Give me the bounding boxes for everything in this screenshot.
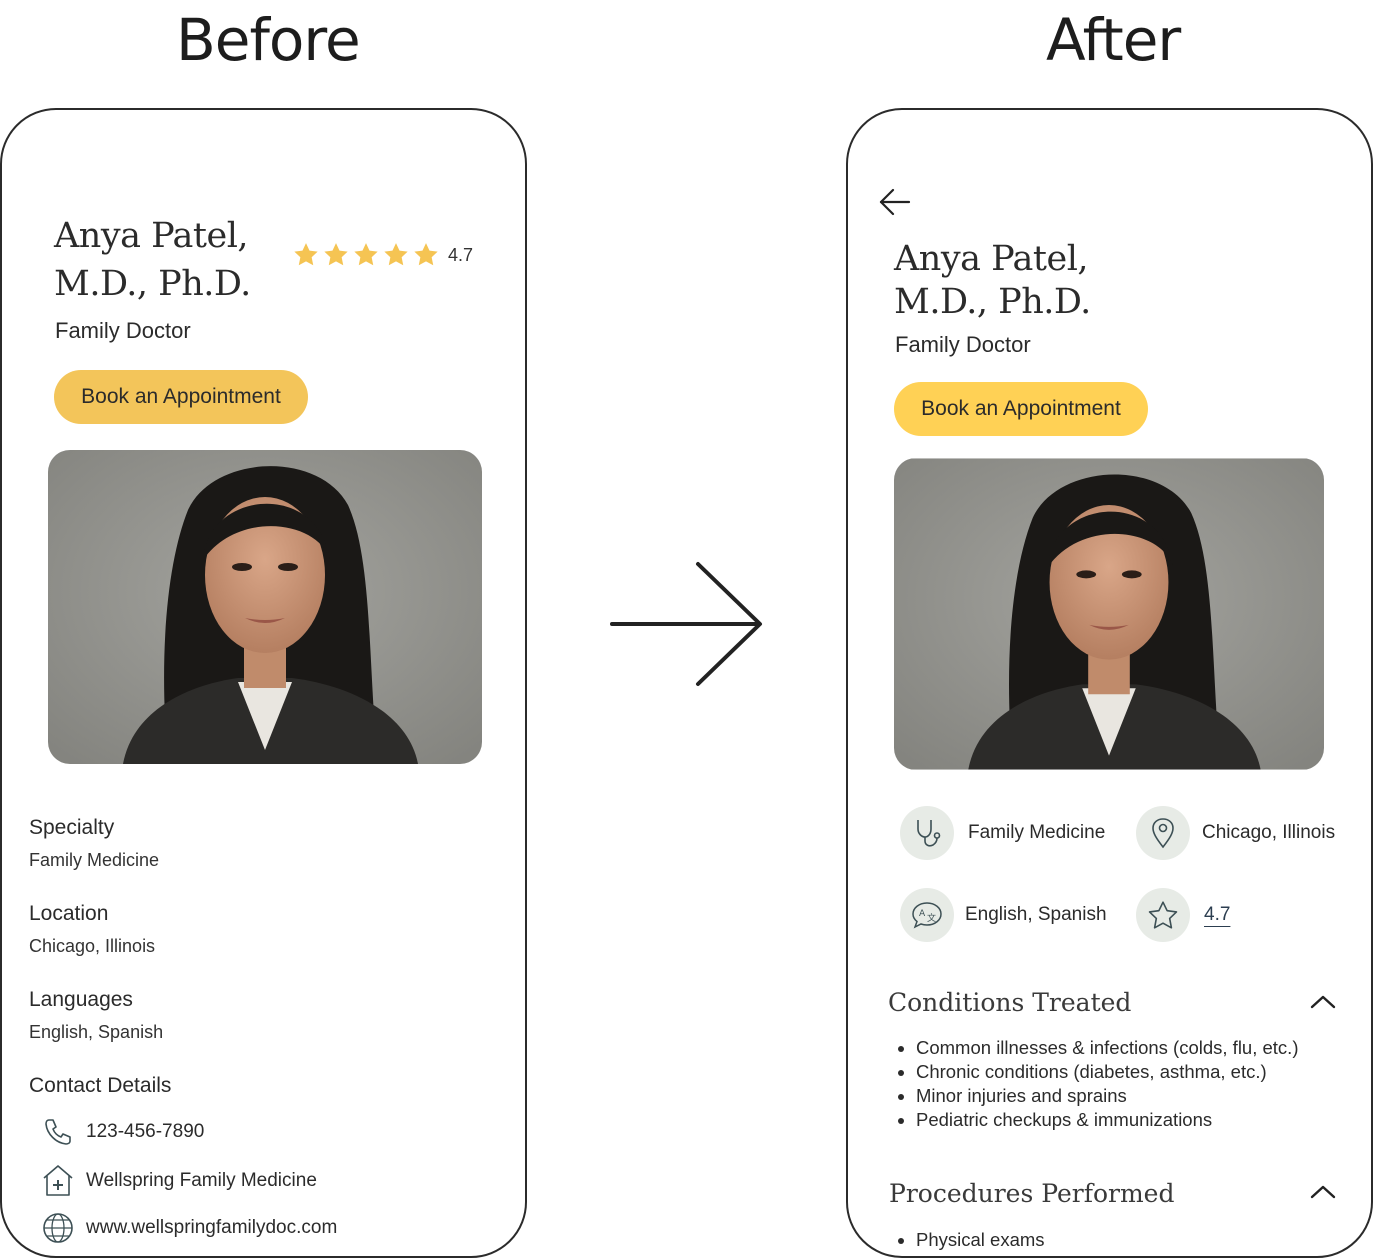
rating-stars: 4.7 — [292, 242, 473, 268]
translate-icon: A文 — [912, 902, 942, 929]
conditions-list: Common illnesses & infections (colds, fl… — [888, 1036, 1298, 1132]
chevron-up-icon[interactable] — [1310, 994, 1336, 1010]
doctor-name: Anya Patel, M.D., Ph.D. — [54, 212, 251, 308]
icon-badge — [900, 806, 954, 860]
star-outline-icon — [1148, 900, 1178, 929]
after-phone-frame: Anya Patel, M.D., Ph.D. Family Doctor Bo… — [846, 108, 1373, 1258]
svg-text:文: 文 — [927, 912, 936, 924]
star-icon — [384, 243, 408, 266]
rating-link[interactable]: 4.7 — [1204, 904, 1230, 926]
after-heading: After — [1046, 6, 1181, 74]
chevron-up-icon[interactable] — [1310, 1184, 1336, 1200]
doctor-name: Anya Patel, M.D., Ph.D. — [894, 238, 1091, 324]
doctor-title: Family Doctor — [55, 318, 191, 343]
contact-text: www.wellspringfamilydoc.com — [86, 1217, 338, 1238]
detail-label: Location — [29, 902, 109, 925]
book-appointment-button[interactable]: Book an Appointment — [54, 370, 308, 424]
star-icon — [294, 243, 318, 266]
icon-badge: A文 — [900, 888, 954, 942]
detail-value: Chicago, Illinois — [29, 936, 156, 956]
before-heading: Before — [176, 6, 361, 74]
info-location: Chicago, Illinois — [1136, 806, 1335, 860]
contact-clinic[interactable]: Wellspring Family Medicine — [42, 1164, 317, 1198]
book-appointment-button[interactable]: Book an Appointment — [894, 382, 1148, 436]
doctor-title: Family Doctor — [895, 332, 1031, 357]
doctor-name-line2: M.D., Ph.D. — [54, 264, 251, 304]
svg-text:A: A — [919, 909, 926, 919]
doctor-photo — [48, 450, 482, 764]
rating-value: 4.7 — [448, 244, 474, 265]
contact-details-heading: Contact Details — [29, 1074, 172, 1097]
stethoscope-icon — [917, 820, 941, 847]
info-text: Chicago, Illinois — [1202, 822, 1336, 843]
conditions-accordion-title[interactable]: Conditions Treated — [888, 988, 1131, 1017]
detail-value: English, Spanish — [29, 1022, 164, 1042]
list-item: Chronic conditions (diabetes, asthma, et… — [916, 1060, 1298, 1084]
doctor-name-line1: Anya Patel, — [54, 216, 249, 256]
detail-label: Specialty — [29, 816, 115, 839]
doctor-name-line2: M.D., Ph.D. — [894, 282, 1091, 322]
contact-phone[interactable]: 123-456-7890 — [42, 1116, 204, 1148]
phone-icon — [45, 1119, 71, 1145]
contact-text: 123-456-7890 — [86, 1121, 205, 1142]
globe-www-icon — [43, 1213, 73, 1243]
icon-badge — [1136, 888, 1190, 942]
doctor-photo — [894, 458, 1324, 770]
list-item: Common illnesses & infections (colds, fl… — [916, 1036, 1298, 1060]
star-icon — [324, 243, 348, 266]
info-text: Family Medicine — [968, 822, 1106, 843]
contact-text: Wellspring Family Medicine — [86, 1170, 317, 1191]
detail-languages: Languages English, Spanish — [29, 988, 163, 1043]
star-icon — [414, 243, 438, 266]
detail-label: Languages — [29, 988, 133, 1011]
info-languages: A文 English, Spanish — [900, 888, 1107, 942]
back-arrow-icon[interactable] — [878, 188, 912, 216]
list-item: Physical exams — [916, 1228, 1045, 1252]
location-pin-icon — [1152, 818, 1174, 849]
info-text: English, Spanish — [965, 904, 1107, 925]
list-item: Pediatric checkups & immunizations — [916, 1108, 1298, 1132]
clinic-icon — [43, 1165, 73, 1196]
procedures-list: Physical exams — [888, 1228, 1045, 1252]
doctor-name-line1: Anya Patel, — [894, 239, 1089, 279]
detail-value: Family Medicine — [29, 850, 160, 870]
info-specialty: Family Medicine — [900, 806, 1105, 860]
right-arrow-icon — [610, 562, 762, 686]
list-item: Minor injuries and sprains — [916, 1084, 1298, 1108]
procedures-accordion-title[interactable]: Procedures Performed — [889, 1179, 1174, 1208]
info-rating[interactable]: 4.7 — [1136, 888, 1230, 942]
detail-specialty: Specialty Family Medicine — [29, 816, 159, 871]
icon-badge — [1136, 806, 1190, 860]
star-icon — [354, 243, 378, 266]
contact-website[interactable]: www.wellspringfamilydoc.com — [42, 1212, 337, 1244]
detail-location: Location Chicago, Illinois — [29, 902, 155, 957]
before-phone-frame: Anya Patel, M.D., Ph.D. 4.7 Family Docto… — [0, 108, 527, 1258]
